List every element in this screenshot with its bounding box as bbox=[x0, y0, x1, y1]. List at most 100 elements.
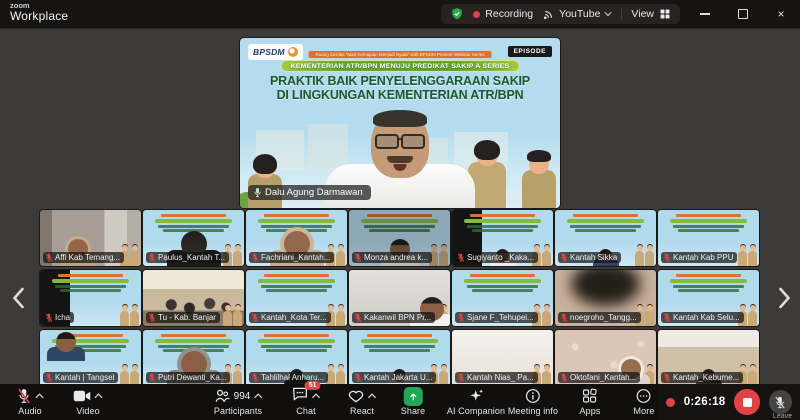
share-screen-button[interactable]: Share bbox=[401, 387, 426, 416]
mini-slide-banner bbox=[264, 214, 329, 217]
participant-tile[interactable]: Fachriani_Kantah... bbox=[246, 210, 347, 266]
meeting-info-button[interactable]: Meeting info bbox=[508, 387, 558, 416]
slide-title-line1: PRAKTIK BAIK PENYELENGGARAAN SAKIP bbox=[240, 74, 560, 88]
apps-button[interactable]: Apps bbox=[580, 387, 601, 416]
mini-slide-title bbox=[472, 229, 533, 232]
react-button[interactable]: React bbox=[348, 387, 377, 416]
chevron-up-icon[interactable] bbox=[35, 393, 44, 399]
participant-name-tag: Kantah Sikka bbox=[558, 252, 621, 263]
mini-slide-characters bbox=[738, 251, 757, 266]
participant-tile[interactable]: Sugiyanto _Kaka... bbox=[452, 210, 553, 266]
leave-button[interactable]: Leave bbox=[773, 413, 792, 420]
participant-name-tag: Monza andrea k... bbox=[352, 252, 432, 263]
participant-name: Fachriani_Kantah... bbox=[261, 253, 330, 262]
participants-button[interactable]: 994 Participants bbox=[214, 387, 263, 416]
participant-tile[interactable]: noegroho_Tangg... bbox=[555, 270, 656, 326]
muted-mic-icon bbox=[354, 373, 362, 382]
mini-slide-pill bbox=[258, 339, 335, 343]
illustrated-character bbox=[248, 156, 282, 208]
participant-name-tag: Icha bbox=[43, 312, 74, 323]
muted-mic-icon bbox=[457, 253, 465, 262]
muted-mic-icon bbox=[251, 373, 259, 382]
participant-name-tag: Oktofani_Kantah... bbox=[558, 372, 640, 383]
participant-tile[interactable]: Icha bbox=[40, 270, 141, 326]
mini-slide-title bbox=[158, 225, 229, 228]
mini-slide-title bbox=[364, 225, 435, 228]
more-button[interactable]: More bbox=[634, 387, 655, 416]
broadcast-icon bbox=[542, 8, 555, 21]
workplace-logo-text: Workplace bbox=[10, 10, 68, 23]
participant-figure bbox=[47, 332, 85, 361]
recording-indicator[interactable]: Recording bbox=[473, 8, 533, 20]
participant-name: Kantah_Kebume... bbox=[673, 373, 739, 382]
participant-tile[interactable]: Putri Dewanti_Ka... bbox=[143, 330, 244, 386]
mini-slide-title bbox=[467, 225, 538, 228]
participant-name: Kantah Jakarta U... bbox=[364, 373, 432, 382]
view-button[interactable]: View bbox=[631, 8, 671, 20]
participant-name-tag: Paulus_Kantah T... bbox=[146, 252, 229, 263]
participant-tile[interactable]: Monza andrea k... bbox=[349, 210, 450, 266]
participant-tile[interactable]: Oktofani_Kantah... bbox=[555, 330, 656, 386]
chevron-up-icon[interactable] bbox=[312, 393, 321, 399]
participant-tile[interactable]: Kantah Sikka bbox=[555, 210, 656, 266]
audio-button[interactable]: Audio bbox=[16, 387, 44, 416]
mini-slide-pill bbox=[361, 219, 438, 223]
participant-tile[interactable]: Sjane F_Tehupei... bbox=[452, 270, 553, 326]
participant-name: Kantah Sikka bbox=[570, 253, 617, 262]
video-button[interactable]: Video bbox=[73, 387, 103, 416]
share-label: Share bbox=[401, 406, 426, 416]
chevron-up-icon[interactable] bbox=[253, 393, 262, 399]
mini-slide-title bbox=[673, 285, 744, 288]
participant-tile[interactable]: Kantah_Kebume... bbox=[658, 330, 759, 386]
participant-tile[interactable]: Kantah Kab Selu... bbox=[658, 270, 759, 326]
slide-top-banner: Ruang Cerdas "Mari Kemajuan Menjadi Nyat… bbox=[309, 51, 492, 58]
participant-name: Kakanwil BPN Pr... bbox=[364, 313, 431, 322]
meeting-toolbar: Audio Video 994 Participants bbox=[0, 384, 800, 420]
chevron-up-icon[interactable] bbox=[94, 393, 103, 399]
minimize-button[interactable] bbox=[686, 0, 724, 28]
mini-slide-pill bbox=[670, 219, 747, 223]
chevron-up-icon[interactable] bbox=[368, 393, 377, 399]
mini-slide-banner bbox=[367, 214, 432, 217]
participant-tile[interactable]: Kantah_Kota Ter... bbox=[246, 270, 347, 326]
youtube-live-button[interactable]: YouTube bbox=[542, 8, 612, 21]
gallery-next-page-button[interactable] bbox=[774, 284, 794, 312]
muted-mic-icon bbox=[560, 253, 568, 262]
mini-slide-title bbox=[369, 229, 430, 232]
muted-mic-status-button[interactable] bbox=[769, 390, 792, 414]
chat-button[interactable]: 51 Chat bbox=[292, 387, 321, 416]
heart-icon bbox=[348, 388, 365, 404]
bpsdm-logo-text: BPSDM bbox=[253, 47, 285, 57]
security-shield-icon[interactable] bbox=[450, 7, 464, 21]
mini-slide-characters bbox=[120, 311, 139, 326]
participant-tile[interactable]: Kantah Kab PPU bbox=[658, 210, 759, 266]
main-speaker-video[interactable]: BPSDM EPISODE Ruang Cerdas "Mari Kemajua… bbox=[240, 38, 560, 208]
gallery-previous-page-button[interactable] bbox=[8, 284, 28, 312]
participant-name: Monza andrea k... bbox=[364, 253, 428, 262]
participant-tile[interactable]: Kantah Nias_ Pa... bbox=[452, 330, 553, 386]
maximize-button[interactable] bbox=[724, 0, 762, 28]
participant-name: Sjane F_Tehupei... bbox=[467, 313, 534, 322]
zoom-workplace-logo: zoom Workplace bbox=[10, 2, 68, 22]
divider bbox=[621, 8, 622, 20]
mic-on-icon bbox=[253, 187, 262, 198]
participant-name-tag: Kakanwil BPN Pr... bbox=[352, 312, 435, 323]
mini-slide-banner bbox=[367, 334, 432, 337]
mini-slide-banner bbox=[676, 274, 741, 277]
apps-label: Apps bbox=[580, 406, 601, 416]
participant-tile[interactable]: Paulus_Kantah T... bbox=[143, 210, 244, 266]
stop-recording-button[interactable] bbox=[734, 389, 759, 415]
participant-tile[interactable]: Kantah | Tangsel bbox=[40, 330, 141, 386]
mini-slide-characters bbox=[223, 311, 242, 326]
participant-tile[interactable]: Affi Kab Temang... bbox=[40, 210, 141, 266]
muted-mic-icon bbox=[663, 373, 671, 382]
participant-tile[interactable]: Kantah Jakarta U... bbox=[349, 330, 450, 386]
ai-companion-button[interactable]: AI Companion bbox=[447, 387, 505, 416]
titlebar-status-cluster: Recording YouTube View bbox=[441, 4, 680, 24]
youtube-label: YouTube bbox=[559, 8, 600, 20]
participant-tile[interactable]: Tu - Kab. Banjar bbox=[143, 270, 244, 326]
participant-tile[interactable]: Tahlilhal Anharu... bbox=[246, 330, 347, 386]
close-button[interactable]: × bbox=[762, 0, 800, 28]
participant-tile[interactable]: Kakanwil BPN Pr... bbox=[349, 270, 450, 326]
muted-mic-icon bbox=[251, 253, 259, 262]
